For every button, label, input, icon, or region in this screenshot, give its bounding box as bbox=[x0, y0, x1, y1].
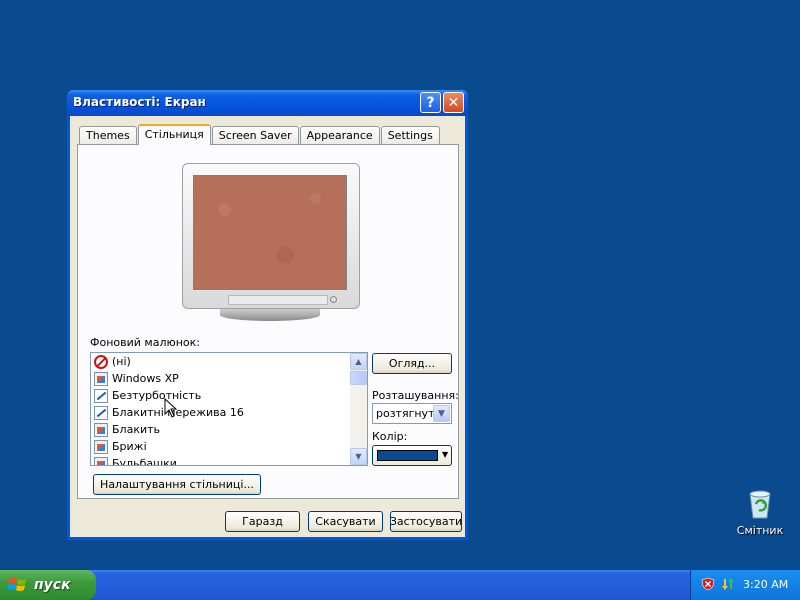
start-button[interactable]: пуск bbox=[0, 570, 96, 600]
start-label: пуск bbox=[34, 577, 71, 593]
position-label: Розташування: bbox=[372, 389, 459, 402]
monitor-preview bbox=[182, 163, 362, 323]
jpeg-icon bbox=[94, 405, 108, 420]
browse-button[interactable]: Огляд... bbox=[372, 353, 452, 374]
wallpaper-preview bbox=[193, 175, 347, 290]
window-title: Властивості: Екран bbox=[73, 95, 206, 109]
list-item-label: Бульбашки bbox=[112, 457, 177, 466]
list-item-label: Брижі bbox=[112, 440, 147, 453]
list-item-label: Windows XP bbox=[112, 372, 179, 385]
background-list: (ні) Windows XP Безтурботність Блакитні … bbox=[91, 353, 349, 466]
ok-button[interactable]: Гаразд bbox=[225, 511, 300, 532]
close-button[interactable]: ✕ bbox=[443, 92, 464, 113]
recycle-bin-icon bbox=[744, 486, 776, 520]
tab-settings[interactable]: Settings bbox=[380, 126, 440, 144]
monitor-bezel bbox=[228, 295, 328, 305]
mouse-cursor-icon bbox=[164, 397, 178, 418]
position-value: розтягнути bbox=[376, 407, 442, 420]
tab-appearance[interactable]: Appearance bbox=[299, 126, 380, 144]
scroll-thumb[interactable] bbox=[350, 371, 367, 385]
bitmap-icon bbox=[94, 456, 108, 465]
scroll-up-button[interactable]: ▲ bbox=[350, 353, 367, 370]
monitor-power-icon bbox=[330, 296, 337, 303]
position-dropdown-button[interactable]: ▼ bbox=[433, 405, 450, 422]
desktop-tab-panel: Фоновий малюнок: (ні) Windows XP Безтурб… bbox=[77, 144, 459, 499]
list-item-label: Безтурботність bbox=[112, 389, 202, 402]
list-item[interactable]: Безтурботність bbox=[91, 387, 349, 404]
vertical-scrollbar[interactable]: ▲ ▼ bbox=[350, 353, 367, 465]
tab-themes[interactable]: Themes bbox=[79, 126, 137, 144]
chevron-down-icon: ▼ bbox=[442, 450, 449, 459]
customize-desktop-button[interactable]: Налаштування стільниці... bbox=[93, 474, 261, 495]
cancel-button[interactable]: Скасувати bbox=[308, 511, 383, 532]
chevron-up-icon: ▲ bbox=[355, 357, 362, 366]
network-sync-icon[interactable] bbox=[721, 577, 735, 591]
list-item[interactable]: Блакитні мережива 16 bbox=[91, 404, 349, 421]
apply-button[interactable]: Застосувати bbox=[390, 511, 462, 532]
security-alert-icon[interactable] bbox=[701, 577, 715, 591]
list-item-label: (ні) bbox=[112, 355, 131, 368]
none-icon bbox=[94, 354, 108, 369]
bitmap-icon bbox=[94, 439, 108, 454]
jpeg-icon bbox=[94, 388, 108, 403]
list-item[interactable]: (ні) bbox=[91, 353, 349, 370]
help-button[interactable]: ? bbox=[420, 92, 441, 113]
color-picker-button[interactable]: ▼ bbox=[372, 445, 452, 466]
tab-desktop[interactable]: Стільниця bbox=[137, 124, 211, 145]
color-swatch bbox=[377, 450, 438, 461]
monitor-frame bbox=[182, 163, 360, 309]
recycle-bin-label: Смітник bbox=[736, 524, 784, 537]
help-icon: ? bbox=[426, 94, 435, 111]
monitor-stand bbox=[220, 309, 320, 321]
chevron-down-icon: ▼ bbox=[355, 452, 362, 461]
background-listbox[interactable]: (ні) Windows XP Безтурботність Блакитні … bbox=[90, 352, 368, 466]
recycle-bin[interactable]: Смітник bbox=[732, 486, 788, 537]
position-select[interactable]: розтягнути ▼ bbox=[372, 403, 452, 424]
list-item[interactable]: Windows XP bbox=[91, 370, 349, 387]
tab-strip: Themes Стільниця Screen Saver Appearance… bbox=[79, 124, 441, 145]
clock: 3:20 AM bbox=[743, 578, 789, 591]
list-item-label: Блакить bbox=[112, 423, 161, 436]
taskbar: пуск 3:20 AM bbox=[0, 570, 800, 600]
title-bar[interactable]: Властивості: Екран ? ✕ bbox=[67, 90, 468, 116]
bitmap-icon bbox=[94, 422, 108, 437]
background-label: Фоновий малюнок: bbox=[90, 336, 200, 349]
windows-logo-icon bbox=[7, 576, 28, 594]
scroll-down-button[interactable]: ▼ bbox=[350, 448, 367, 465]
list-item[interactable]: Брижі bbox=[91, 438, 349, 455]
list-item[interactable]: Бульбашки bbox=[91, 455, 349, 466]
list-item[interactable]: Блакить bbox=[91, 421, 349, 438]
display-properties-window: Властивості: Екран ? ✕ Themes Стільниця … bbox=[67, 90, 468, 540]
bitmap-icon bbox=[94, 371, 108, 386]
color-label: Колір: bbox=[372, 430, 408, 443]
system-tray: 3:20 AM bbox=[690, 570, 800, 600]
tab-screen-saver[interactable]: Screen Saver bbox=[211, 126, 299, 144]
chevron-down-icon: ▼ bbox=[438, 408, 445, 419]
window-client: Themes Стільниця Screen Saver Appearance… bbox=[70, 116, 465, 537]
close-icon: ✕ bbox=[447, 94, 460, 111]
